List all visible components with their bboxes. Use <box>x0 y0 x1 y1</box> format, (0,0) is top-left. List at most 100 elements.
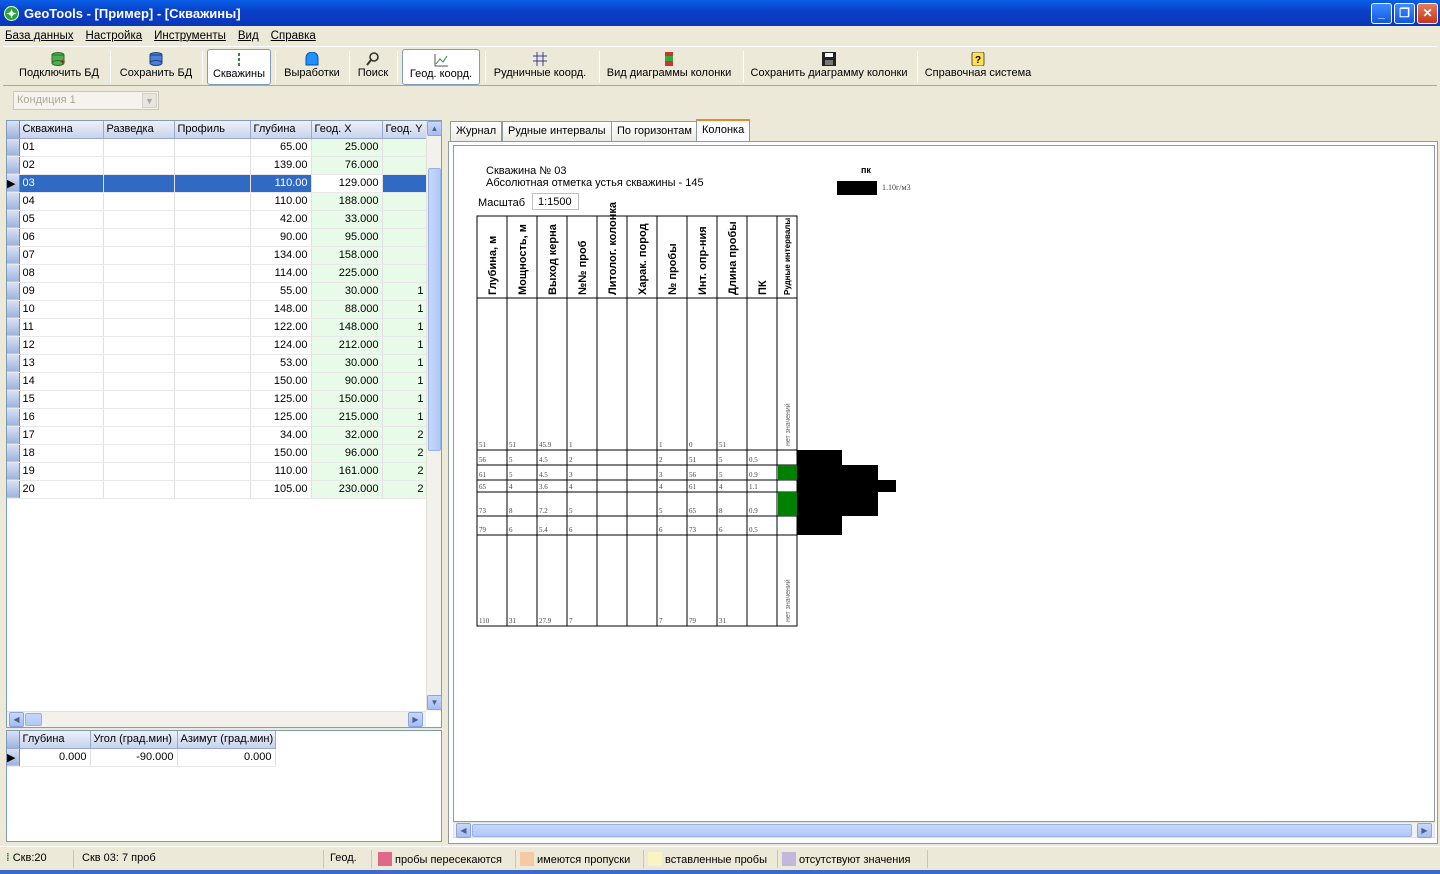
menu-database[interactable]: База данных <box>5 30 74 42</box>
geod-x-cell[interactable]: 230.000 <box>311 480 383 499</box>
scroll-left-icon[interactable]: ◀ <box>9 712 24 727</box>
depth-cell[interactable]: 124.00 <box>250 336 312 355</box>
profile-cell[interactable] <box>174 444 251 463</box>
col-header-geod-y[interactable]: Геод. Y <box>382 121 428 139</box>
depth-cell[interactable]: 110.00 <box>250 462 312 481</box>
exploration-cell[interactable] <box>103 246 175 265</box>
table-row[interactable]: 20 105.00 230.000 2 <box>7 480 428 499</box>
well-cell[interactable]: 18 <box>19 444 104 463</box>
column-horizontal-scrollbar[interactable]: ◀ ▶ <box>453 822 1435 838</box>
col-header-profile[interactable]: Профиль <box>174 121 251 139</box>
help-system-button[interactable]: ? Справочная система <box>922 49 1034 85</box>
profile-cell[interactable] <box>174 390 251 409</box>
geod-y-cell[interactable] <box>382 210 428 229</box>
menu-view[interactable]: Вид <box>238 30 259 42</box>
exploration-cell[interactable] <box>103 228 175 247</box>
depth-cell[interactable]: 55.00 <box>250 282 312 301</box>
well-cell[interactable]: 02 <box>19 156 104 175</box>
well-cell[interactable]: 14 <box>19 372 104 391</box>
scroll-right-icon[interactable]: ▶ <box>408 712 423 727</box>
column-diagram-button[interactable]: Вид диаграммы колонки <box>604 49 734 85</box>
geod-x-cell[interactable]: 25.000 <box>311 138 383 157</box>
depth-cell[interactable]: 125.00 <box>250 390 312 409</box>
geod-coords-button[interactable]: Геод. коорд. <box>402 49 480 85</box>
table-row[interactable]: 01 65.00 25.000 <box>7 138 428 157</box>
geod-y-cell[interactable] <box>382 228 428 247</box>
profile-cell[interactable] <box>174 174 251 193</box>
well-cell[interactable]: 08 <box>19 264 104 283</box>
depth-cell[interactable]: 34.00 <box>250 426 312 445</box>
geod-y-cell[interactable]: 1 <box>382 318 428 337</box>
col-header-exploration[interactable]: Разведка <box>103 121 175 139</box>
col-header-geod-x[interactable]: Геод. X <box>311 121 383 139</box>
profile-cell[interactable] <box>174 228 251 247</box>
geod-x-cell[interactable]: 158.000 <box>311 246 383 265</box>
table-row[interactable]: 08 114.00 225.000 <box>7 264 428 283</box>
exploration-cell[interactable] <box>103 480 175 499</box>
well-cell[interactable]: 12 <box>19 336 104 355</box>
depth-cell[interactable]: 148.00 <box>250 300 312 319</box>
geod-x-cell[interactable]: 225.000 <box>311 264 383 283</box>
table-row[interactable]: 06 90.00 95.000 <box>7 228 428 247</box>
table-row[interactable]: 04 110.00 188.000 <box>7 192 428 211</box>
geod-x-cell[interactable]: 30.000 <box>311 354 383 373</box>
geod-x-cell[interactable]: 150.000 <box>311 390 383 409</box>
well-cell[interactable]: 04 <box>19 192 104 211</box>
col-header-angle[interactable]: Угол (град.мин) <box>90 731 178 749</box>
profile-cell[interactable] <box>174 138 251 157</box>
scroll-left-icon[interactable]: ◀ <box>456 823 471 838</box>
geod-y-cell[interactable] <box>382 246 428 265</box>
well-cell[interactable]: 09 <box>19 282 104 301</box>
depth-cell[interactable]: 122.00 <box>250 318 312 337</box>
scroll-up-icon[interactable]: ▲ <box>427 121 442 136</box>
geod-y-cell[interactable] <box>382 174 428 193</box>
profile-cell[interactable] <box>174 282 251 301</box>
geod-x-cell[interactable]: 33.000 <box>311 210 383 229</box>
search-button[interactable]: Поиск <box>353 49 393 85</box>
scroll-right-icon[interactable]: ▶ <box>1417 823 1432 838</box>
profile-cell[interactable] <box>174 426 251 445</box>
save-diagram-button[interactable]: Сохранить диаграмму колонки <box>747 49 911 85</box>
exploration-cell[interactable] <box>103 156 175 175</box>
depth-cell[interactable]: 150.00 <box>250 372 312 391</box>
depth-cell[interactable]: 90.00 <box>250 228 312 247</box>
geod-y-cell[interactable]: 1 <box>382 336 428 355</box>
exploration-cell[interactable] <box>103 336 175 355</box>
table-row[interactable]: 12 124.00 212.000 1 <box>7 336 428 355</box>
maximize-button[interactable]: ❐ <box>1394 3 1415 24</box>
profile-cell[interactable] <box>174 462 251 481</box>
minimize-button[interactable]: _ <box>1371 3 1392 24</box>
depth-cell[interactable]: 105.00 <box>250 480 312 499</box>
profile-cell[interactable] <box>174 300 251 319</box>
table-row[interactable]: 16 125.00 215.000 1 <box>7 408 428 427</box>
geod-x-cell[interactable]: 32.000 <box>311 426 383 445</box>
condition-select[interactable]: Кондиция 1 ▼ <box>13 91 159 110</box>
hscroll-thumb[interactable] <box>25 713 42 726</box>
geod-y-cell[interactable] <box>382 138 428 157</box>
tab-ore-intervals[interactable]: Рудные интервалы <box>502 121 612 141</box>
col-header-azimuth[interactable]: Азимут (град.мин) <box>177 731 276 749</box>
exploration-cell[interactable] <box>103 354 175 373</box>
geod-y-cell[interactable]: 1 <box>382 282 428 301</box>
menu-tools[interactable]: Инструменты <box>154 30 226 42</box>
col-header-incl-depth[interactable]: Глубина <box>19 731 91 749</box>
table-row[interactable]: 05 42.00 33.000 <box>7 210 428 229</box>
menu-help[interactable]: Справка <box>271 30 316 42</box>
menu-settings[interactable]: Настройка <box>86 30 143 42</box>
col-header-well[interactable]: Скважина <box>19 121 104 139</box>
well-cell[interactable]: 15 <box>19 390 104 409</box>
profile-cell[interactable] <box>174 336 251 355</box>
depth-cell[interactable]: 42.00 <box>250 210 312 229</box>
mine-coords-button[interactable]: Рудничные коорд. <box>490 49 590 85</box>
table-row[interactable]: 11 122.00 148.000 1 <box>7 318 428 337</box>
profile-cell[interactable] <box>174 192 251 211</box>
well-cell[interactable]: 05 <box>19 210 104 229</box>
well-cell[interactable]: 20 <box>19 480 104 499</box>
geod-x-cell[interactable]: 96.000 <box>311 444 383 463</box>
geod-x-cell[interactable]: 148.000 <box>311 318 383 337</box>
profile-cell[interactable] <box>174 156 251 175</box>
geod-x-cell[interactable]: 215.000 <box>311 408 383 427</box>
exploration-cell[interactable] <box>103 372 175 391</box>
scroll-thumb[interactable] <box>428 168 441 451</box>
exploration-cell[interactable] <box>103 264 175 283</box>
